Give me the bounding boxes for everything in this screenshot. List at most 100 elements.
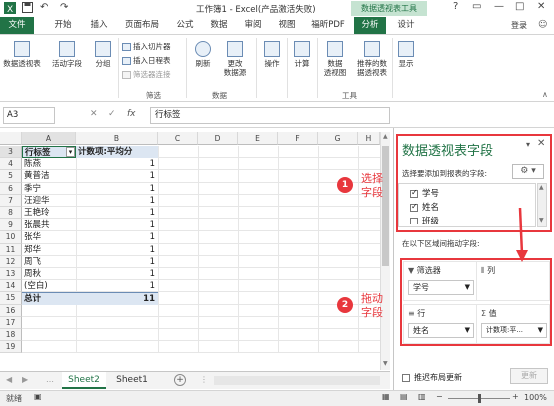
normal-view-icon[interactable]: ▦ bbox=[382, 392, 390, 401]
sheet-tab-sheet2[interactable]: Sheet2 bbox=[62, 372, 106, 389]
save-icon[interactable] bbox=[22, 2, 33, 16]
filter-connections-button[interactable]: 筛选器连接 bbox=[122, 69, 171, 80]
prev-sheet-icon[interactable]: ◀ bbox=[6, 375, 12, 384]
insert-function-icon[interactable]: fx bbox=[127, 109, 136, 119]
values-zone[interactable]: Σ 值 计数项:平... ▼ bbox=[476, 304, 550, 344]
add-sheet-icon[interactable]: + bbox=[174, 374, 186, 386]
pivot-row-name[interactable]: 周飞 bbox=[22, 256, 76, 268]
pane-close-icon[interactable]: ✕ bbox=[537, 138, 545, 149]
update-button[interactable]: 更新 bbox=[510, 368, 548, 384]
pivot-grand-total-value[interactable]: 11 bbox=[76, 292, 158, 305]
more-sheets-icon[interactable]: … bbox=[46, 375, 54, 384]
minimize-icon[interactable]: — bbox=[494, 1, 504, 12]
horizontal-scrollbar[interactable] bbox=[214, 376, 380, 385]
pane-menu-icon[interactable]: ▾ bbox=[526, 140, 530, 149]
zoom-slider-thumb[interactable] bbox=[478, 394, 481, 403]
column-header-c[interactable]: C bbox=[158, 132, 198, 145]
worksheet[interactable]: A B C D E F G H 3 4 5 6 7 8 9 10 11 12 13 14 15 16 17 1… bbox=[0, 132, 390, 370]
scroll-down-icon[interactable]: ▼ bbox=[539, 217, 544, 224]
defer-layout-update[interactable]: 推迟布局更新 bbox=[402, 372, 462, 383]
scroll-thumb[interactable] bbox=[382, 146, 389, 266]
zoom-out-icon[interactable]: − bbox=[436, 392, 443, 401]
actions-button[interactable]: 操作 bbox=[259, 41, 285, 68]
pivot-chart-button[interactable]: 数据 透视图 bbox=[319, 41, 351, 77]
pivot-row-name[interactable]: 季宁 bbox=[22, 183, 76, 195]
row-header[interactable]: 6 bbox=[0, 182, 22, 195]
row-header[interactable]: 10 bbox=[0, 231, 22, 244]
collapse-ribbon-icon[interactable]: ∧ bbox=[542, 90, 548, 99]
dropdown-arrow-icon[interactable]: ▼ bbox=[465, 324, 470, 337]
checkbox-checked-icon[interactable] bbox=[410, 188, 418, 198]
dropdown-arrow-icon[interactable]: ▼ bbox=[538, 324, 543, 337]
pivot-row-count[interactable]: 1 bbox=[76, 170, 158, 182]
cancel-icon[interactable]: ✕ bbox=[90, 109, 98, 119]
tab-view[interactable]: 视图 bbox=[272, 17, 302, 34]
pivot-row-count[interactable]: 1 bbox=[76, 256, 158, 268]
row-header[interactable]: 9 bbox=[0, 219, 22, 232]
select-all-corner[interactable] bbox=[0, 132, 22, 145]
rows-zone-item[interactable]: 姓名 ▼ bbox=[408, 323, 474, 338]
checkbox-checked-icon[interactable] bbox=[410, 202, 418, 212]
column-header-f[interactable]: F bbox=[278, 132, 318, 145]
pivot-row-name[interactable]: 张晨共 bbox=[22, 219, 76, 231]
insert-slicer-button[interactable]: 插入切片器 bbox=[122, 41, 171, 52]
field-item-student-id[interactable]: 学号 bbox=[410, 187, 439, 199]
tools-gear-icon[interactable]: ⚙ ▾ bbox=[512, 164, 544, 179]
pivot-value-header[interactable]: 计数项:平均分 bbox=[76, 146, 158, 159]
maximize-icon[interactable]: □ bbox=[515, 1, 524, 12]
pivot-row-count[interactable]: 1 bbox=[76, 219, 158, 231]
scroll-up-icon[interactable]: ▲ bbox=[383, 133, 388, 140]
help-icon[interactable]: ? bbox=[453, 1, 458, 12]
zoom-in-icon[interactable]: + bbox=[512, 392, 519, 401]
pivot-row-name[interactable]: 郑华 bbox=[22, 244, 76, 256]
pivot-row-count[interactable]: 1 bbox=[76, 244, 158, 256]
row-label-filter-icon[interactable]: ▾ bbox=[66, 147, 75, 157]
row-header[interactable]: 12 bbox=[0, 255, 22, 268]
pivot-row-name[interactable]: 周秋 bbox=[22, 268, 76, 280]
name-box[interactable]: A3 bbox=[3, 107, 55, 124]
row-header[interactable]: 4 bbox=[0, 158, 22, 171]
pivot-row-count[interactable]: 1 bbox=[76, 231, 158, 243]
ribbon-display-icon[interactable]: ▭ bbox=[472, 1, 481, 12]
pivot-row-count[interactable]: 1 bbox=[76, 268, 158, 280]
refresh-button[interactable]: 刷新 bbox=[190, 41, 216, 68]
recommended-pivot-button[interactable]: 推荐的数 据透视表 bbox=[352, 41, 392, 77]
close-icon[interactable]: ✕ bbox=[537, 1, 545, 12]
formula-input[interactable]: 行标签 bbox=[150, 107, 390, 124]
pivot-row-name[interactable]: 陈燕 bbox=[22, 158, 76, 170]
field-item-name[interactable]: 姓名 bbox=[410, 201, 439, 213]
column-header-a[interactable]: A bbox=[22, 132, 76, 145]
column-header-g[interactable]: G bbox=[318, 132, 358, 145]
sheet-tab-sheet1[interactable]: Sheet1 bbox=[110, 372, 154, 389]
pivot-row-count[interactable]: 1 bbox=[76, 195, 158, 207]
tab-design[interactable]: 设计 bbox=[390, 17, 422, 34]
column-header-d[interactable]: D bbox=[198, 132, 238, 145]
pivot-row-name[interactable]: 张华 bbox=[22, 231, 76, 243]
rows-zone[interactable]: ≡ 行 姓名 ▼ bbox=[403, 304, 477, 344]
row-header[interactable]: 7 bbox=[0, 194, 22, 207]
enter-icon[interactable]: ✓ bbox=[108, 109, 116, 119]
pivot-row-count[interactable]: 1 bbox=[76, 280, 158, 292]
row-header[interactable]: 8 bbox=[0, 207, 22, 220]
row-header[interactable]: 3 bbox=[0, 146, 22, 159]
macro-record-icon[interactable]: ▣ bbox=[34, 392, 42, 401]
row-header[interactable]: 13 bbox=[0, 268, 22, 281]
group-button[interactable]: 分组 bbox=[90, 41, 116, 68]
pivot-row-name[interactable]: 汪迎华 bbox=[22, 195, 76, 207]
page-break-view-icon[interactable]: ▥ bbox=[418, 392, 426, 401]
column-header-b[interactable]: B bbox=[76, 132, 158, 145]
tab-page-layout[interactable]: 页面布局 bbox=[118, 17, 166, 34]
tab-home[interactable]: 开始 bbox=[48, 17, 78, 34]
active-field-button[interactable]: 活动字段 bbox=[48, 41, 86, 68]
vertical-scrollbar[interactable]: ▲ ▼ bbox=[380, 132, 390, 370]
pivot-row-name[interactable]: (空白) bbox=[22, 280, 76, 292]
values-zone-item[interactable]: 计数项:平... ▼ bbox=[481, 323, 547, 338]
row-header[interactable]: 14 bbox=[0, 280, 22, 293]
tab-data[interactable]: 数据 bbox=[204, 17, 234, 34]
show-button[interactable]: 显示 bbox=[394, 41, 418, 68]
zoom-level[interactable]: 100% bbox=[524, 393, 547, 402]
pivot-row-count[interactable]: 1 bbox=[76, 183, 158, 195]
sign-in-link[interactable]: 登录 bbox=[506, 17, 532, 34]
pivot-table-button[interactable]: 数据透视表 bbox=[2, 41, 42, 68]
tab-split-icon[interactable]: ⋮ bbox=[200, 375, 208, 384]
